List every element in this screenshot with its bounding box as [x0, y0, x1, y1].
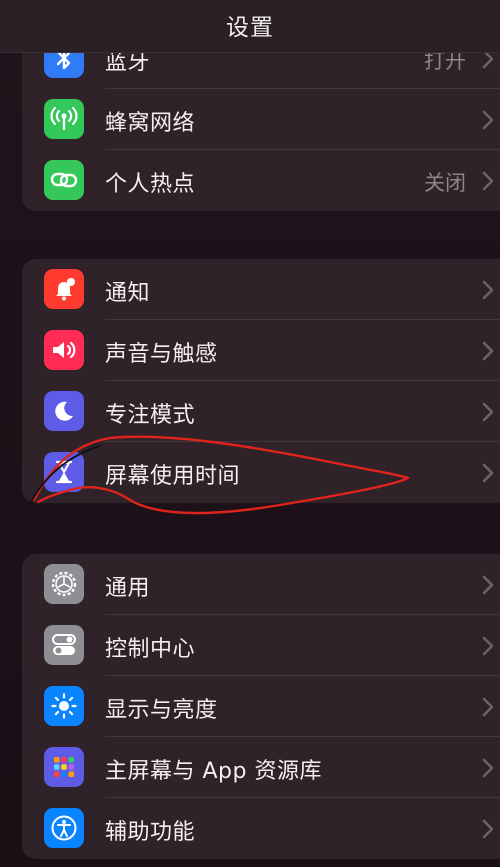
settings-row-control-center[interactable]: 控制中心 [22, 615, 500, 676]
chevron-right-icon [482, 280, 494, 300]
chevron-right-icon [482, 463, 494, 483]
row-label: 辅助功能 [105, 820, 196, 845]
settings-row-sounds[interactable]: 声音与触感 [22, 320, 500, 381]
settings-row-general[interactable]: 通用 [22, 554, 500, 615]
settings-screen: 设置 蓝牙 打开 蜂窝网络 个人热点 关闭 通知 声音与触感 专注模式 屏幕使用… [0, 0, 500, 867]
row-value: 关闭 [424, 171, 466, 195]
settings-row-cellular[interactable]: 蜂窝网络 [22, 89, 500, 150]
navigation-bar: 设置 [0, 0, 500, 53]
accessibility-icon [44, 808, 84, 848]
chevron-right-icon [482, 758, 494, 778]
settings-row-display[interactable]: 显示与亮度 [22, 676, 500, 737]
row-label: 通用 [105, 576, 151, 601]
settings-group-notifications: 通知 声音与触感 专注模式 屏幕使用时间 [22, 259, 500, 503]
row-label: 通知 [105, 281, 151, 306]
chevron-right-icon [482, 575, 494, 595]
hourglass-icon [44, 452, 84, 492]
hotspot-chain-icon [44, 160, 84, 200]
settings-group-general: 通用 控制中心 显示与亮度 主屏幕与 App 资源库 辅助功能 [22, 554, 500, 859]
row-label: 声音与触感 [105, 342, 218, 367]
moon-icon [44, 391, 84, 431]
chevron-right-icon [482, 636, 494, 656]
row-label: 个人热点 [105, 172, 196, 197]
cellular-antenna-icon [44, 99, 84, 139]
chevron-right-icon [482, 110, 494, 130]
row-label: 蜂窝网络 [105, 111, 196, 136]
chevron-right-icon [482, 697, 494, 717]
app-grid-icon [44, 747, 84, 787]
row-label: 主屏幕与 App 资源库 [105, 759, 322, 784]
chevron-right-icon [482, 341, 494, 361]
toggles-icon [44, 625, 84, 665]
settings-row-accessibility[interactable]: 辅助功能 [22, 798, 500, 859]
settings-row-home-screen[interactable]: 主屏幕与 App 资源库 [22, 737, 500, 798]
sun-icon [44, 686, 84, 726]
chevron-right-icon [482, 402, 494, 422]
settings-row-focus[interactable]: 专注模式 [22, 381, 500, 442]
speaker-icon [44, 330, 84, 370]
settings-row-notifications[interactable]: 通知 [22, 259, 500, 320]
row-label: 专注模式 [105, 403, 196, 428]
settings-row-hotspot[interactable]: 个人热点 关闭 [22, 150, 500, 211]
chevron-right-icon [482, 171, 494, 191]
page-title: 设置 [226, 15, 274, 41]
row-label: 控制中心 [105, 637, 196, 662]
row-label: 屏幕使用时间 [105, 464, 241, 489]
settings-row-screen-time[interactable]: 屏幕使用时间 [22, 442, 500, 503]
chevron-right-icon [482, 819, 494, 839]
notification-bell-icon [44, 269, 84, 309]
settings-group-connectivity: 蓝牙 打开 蜂窝网络 个人热点 关闭 [22, 28, 500, 211]
row-label: 显示与亮度 [105, 698, 218, 723]
gear-icon [44, 564, 84, 604]
